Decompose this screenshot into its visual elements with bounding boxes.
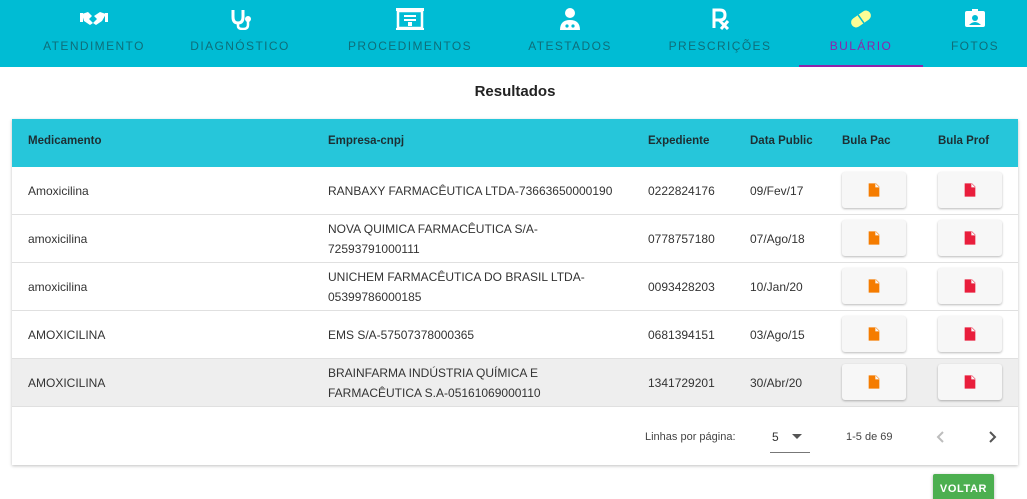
pdf-icon bbox=[964, 231, 976, 245]
cell-empresa: UNICHEM FARMACÊUTICA DO BRASIL LTDA-0539… bbox=[328, 270, 585, 304]
pdf-icon bbox=[868, 231, 880, 245]
chevron-right-icon bbox=[989, 431, 997, 443]
bula-prof-pdf-button[interactable] bbox=[938, 220, 1002, 256]
column-header-expediente[interactable]: Expediente bbox=[648, 135, 709, 147]
cell-medicamento: AMOXICILINA bbox=[28, 328, 106, 342]
rows-per-page-select[interactable]: 5 bbox=[770, 423, 810, 453]
bula-prof-pdf-button[interactable] bbox=[938, 172, 1002, 208]
cell-medicamento: amoxicilina bbox=[28, 232, 88, 246]
rows-per-page-label: Linhas por página: bbox=[645, 431, 736, 443]
bula-pac-pdf-button[interactable] bbox=[842, 172, 906, 208]
bula-prof-pdf-button[interactable] bbox=[938, 364, 1002, 400]
previous-page-button[interactable] bbox=[929, 425, 953, 449]
cell-medicamento: AMOXICILINA bbox=[28, 376, 106, 390]
photo-badge-icon bbox=[965, 9, 985, 27]
tab-atendimento[interactable]: ATENDIMENTO bbox=[0, 0, 188, 67]
cell-medicamento: amoxicilina bbox=[28, 280, 88, 294]
bula-pac-pdf-button[interactable] bbox=[842, 364, 906, 400]
doctor-icon bbox=[560, 8, 580, 30]
cell-expediente: 0778757180 bbox=[648, 232, 715, 246]
pill-icon bbox=[851, 10, 871, 28]
tab-label: DIAGNÓSTICO bbox=[190, 39, 290, 53]
table-row: AMOXICILINA BRAINFARMA INDÚSTRIA QUÍMICA… bbox=[12, 359, 1018, 407]
tab-fotos[interactable]: FOTOS bbox=[935, 0, 1015, 67]
pdf-icon bbox=[964, 327, 976, 341]
cell-empresa: NOVA QUIMICA FARMACÊUTICA S/A-7259379100… bbox=[328, 222, 538, 256]
pdf-icon bbox=[868, 183, 880, 197]
cell-data-public: 09/Fev/17 bbox=[750, 184, 804, 198]
cell-empresa: BRAINFARMA INDÚSTRIA QUÍMICA E FARMACÊUT… bbox=[328, 366, 541, 400]
pdf-icon bbox=[868, 375, 880, 389]
handshake-icon bbox=[80, 12, 108, 25]
page-title: Resultados bbox=[474, 83, 556, 100]
tab-procedimentos[interactable]: PROCEDIMENTOS bbox=[342, 0, 478, 67]
pdf-icon bbox=[964, 375, 976, 389]
tab-atestados[interactable]: ATESTADOS bbox=[520, 0, 620, 67]
results-table-card: Medicamento Empresa-cnpj Expediente Data… bbox=[12, 119, 1018, 465]
cell-data-public: 03/Ago/15 bbox=[750, 328, 805, 342]
prescription-rx-icon bbox=[712, 8, 730, 30]
column-header-empresa[interactable]: Empresa-cnpj bbox=[328, 135, 404, 147]
pdf-icon bbox=[868, 279, 880, 293]
pdf-icon bbox=[964, 183, 976, 197]
column-header-bula-pac[interactable]: Bula Pac bbox=[842, 135, 891, 147]
table-header: Medicamento Empresa-cnpj Expediente Data… bbox=[12, 119, 1018, 167]
column-header-data-public[interactable]: Data Public bbox=[750, 135, 813, 147]
chevron-left-icon bbox=[936, 431, 944, 443]
tab-label: BULÁRIO bbox=[829, 39, 893, 53]
table-row: Amoxicilina RANBAXY FARMACÊUTICA LTDA-73… bbox=[12, 167, 1018, 215]
cell-medicamento: Amoxicilina bbox=[28, 184, 89, 198]
tab-label: ATENDIMENTO bbox=[43, 39, 145, 53]
tab-diagnostico[interactable]: DIAGNÓSTICO bbox=[188, 0, 292, 67]
active-tab-indicator bbox=[799, 65, 923, 67]
dropdown-caret-icon bbox=[792, 434, 802, 439]
voltar-button[interactable]: VOLTAR bbox=[933, 474, 994, 499]
stethoscope-icon bbox=[231, 10, 251, 30]
cell-expediente: 1341729201 bbox=[648, 376, 715, 390]
cell-empresa: EMS S/A-57507378000365 bbox=[328, 328, 475, 342]
bula-prof-pdf-button[interactable] bbox=[938, 316, 1002, 352]
cell-expediente: 0093428203 bbox=[648, 280, 715, 294]
pagination-range: 1-5 de 69 bbox=[846, 431, 893, 443]
pdf-icon bbox=[964, 279, 976, 293]
cell-empresa: RANBAXY FARMACÊUTICA LTDA-73663650000190 bbox=[328, 184, 613, 198]
cell-data-public: 10/Jan/20 bbox=[750, 280, 803, 294]
bula-prof-pdf-button[interactable] bbox=[938, 268, 1002, 304]
tab-bulario[interactable]: BULÁRIO bbox=[799, 0, 923, 67]
cell-expediente: 0681394151 bbox=[648, 328, 715, 342]
bula-pac-pdf-button[interactable] bbox=[842, 220, 906, 256]
procedure-board-icon bbox=[396, 8, 424, 30]
table-row: amoxicilina UNICHEM FARMACÊUTICA DO BRAS… bbox=[12, 263, 1018, 311]
tab-label: ATESTADOS bbox=[528, 39, 612, 53]
cell-data-public: 07/Ago/18 bbox=[750, 232, 805, 246]
tab-label: FOTOS bbox=[950, 39, 1000, 53]
column-header-medicamento[interactable]: Medicamento bbox=[28, 135, 102, 147]
cell-expediente: 0222824176 bbox=[648, 184, 715, 198]
tab-prescricoes[interactable]: PRESCRIÇÕES bbox=[660, 0, 780, 67]
bula-pac-pdf-button[interactable] bbox=[842, 268, 906, 304]
top-navigation-bar: ATENDIMENTO DIAGNÓSTICO PROCEDIMENTOS AT… bbox=[0, 0, 1027, 67]
next-page-button[interactable] bbox=[980, 425, 1004, 449]
pdf-icon bbox=[868, 327, 880, 341]
tab-label: PRESCRIÇÕES bbox=[668, 39, 772, 53]
rows-per-page-value: 5 bbox=[772, 430, 779, 444]
column-header-bula-prof[interactable]: Bula Prof bbox=[938, 135, 989, 147]
bula-pac-pdf-button[interactable] bbox=[842, 316, 906, 352]
cell-data-public: 30/Abr/20 bbox=[750, 376, 803, 390]
table-row: AMOXICILINA EMS S/A-57507378000365 06813… bbox=[12, 311, 1018, 359]
table-row: amoxicilina NOVA QUIMICA FARMACÊUTICA S/… bbox=[12, 215, 1018, 263]
tab-label: PROCEDIMENTOS bbox=[348, 39, 472, 53]
